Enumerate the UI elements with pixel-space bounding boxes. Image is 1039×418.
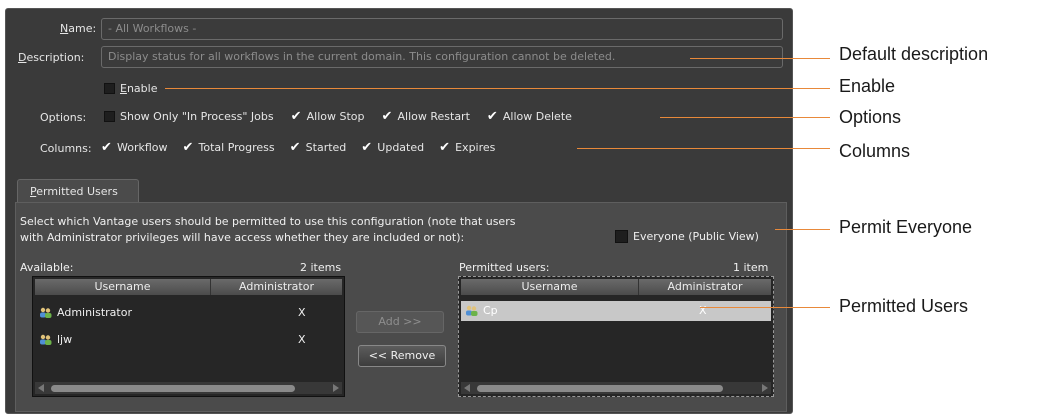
columns-group: ✔ Workflow ✔ Total Progress ✔ Started ✔ …	[101, 141, 495, 154]
column-label: Updated	[377, 141, 425, 154]
check-icon[interactable]: ✔	[487, 110, 498, 123]
scroll-thumb[interactable]	[51, 385, 295, 392]
row-admin: X	[298, 333, 306, 346]
row-admin: X	[298, 306, 306, 319]
scroll-left-arrow-icon[interactable]	[464, 384, 470, 392]
description-label: Description:	[18, 51, 85, 64]
column-updated[interactable]: ✔ Updated	[361, 141, 424, 154]
column-header-administrator[interactable]: Administrator	[639, 279, 771, 295]
enable-label: Enable	[120, 82, 158, 95]
columns-label: Columns:	[40, 142, 92, 155]
column-label: Started	[305, 141, 347, 154]
check-icon[interactable]: ✔	[361, 141, 372, 154]
enable-label-accel: E	[120, 82, 127, 95]
scroll-left-arrow-icon[interactable]	[38, 384, 44, 392]
column-workflow[interactable]: ✔ Workflow	[101, 141, 168, 154]
check-icon[interactable]: ✔	[382, 110, 393, 123]
remove-button[interactable]: << Remove	[358, 345, 446, 367]
check-icon[interactable]: ✔	[290, 141, 301, 154]
available-label: Available:	[20, 261, 74, 274]
option-label: Allow Restart	[397, 110, 470, 123]
scroll-right-arrow-icon[interactable]	[762, 384, 768, 392]
permitted-users-list[interactable]: Username Administrator Cp X	[458, 276, 774, 397]
callout-line-permitted-users	[700, 307, 830, 308]
name-label-accel: N	[60, 22, 69, 35]
option-label: Allow Stop	[306, 110, 365, 123]
row-username: Cp	[483, 304, 498, 317]
column-label: Workflow	[117, 141, 168, 154]
user-group-icon	[466, 305, 478, 316]
scroll-thumb[interactable]	[477, 385, 723, 392]
row-admin: X	[699, 304, 707, 317]
column-started[interactable]: ✔ Started	[290, 141, 347, 154]
callout-enable: Enable	[839, 76, 896, 96]
options-group: Show Only "In Process" Jobs ✔ Allow Stop…	[104, 110, 572, 123]
tab-label: Permitted Users	[30, 185, 118, 198]
callout-line-options	[660, 117, 830, 118]
option-show-in-process[interactable]: Show Only "In Process" Jobs	[104, 110, 274, 123]
horizontal-scrollbar[interactable]	[35, 382, 342, 394]
name-label: Name:	[60, 22, 97, 35]
permitted-count: 1 item	[733, 261, 769, 274]
column-expires[interactable]: ✔ Expires	[439, 141, 495, 154]
callout-line-description	[690, 58, 830, 59]
column-header-administrator[interactable]: Administrator	[211, 279, 342, 295]
check-icon[interactable]: ✔	[439, 141, 450, 154]
available-count: 2 items	[300, 261, 342, 274]
row-username: Administrator	[57, 306, 132, 319]
option-allow-delete[interactable]: ✔ Allow Delete	[487, 110, 572, 123]
options-label: Options:	[40, 111, 87, 124]
column-label: Total Progress	[198, 141, 275, 154]
check-icon[interactable]: ✔	[291, 110, 302, 123]
description-field[interactable]: Display status for all workflows in the …	[101, 46, 783, 68]
callout-permitted-users: Permitted Users	[839, 296, 969, 316]
available-users-list[interactable]: Username Administrator Administrator X l…	[32, 276, 345, 397]
enable-checkbox-box[interactable]	[104, 83, 115, 94]
scroll-right-arrow-icon[interactable]	[333, 384, 339, 392]
instructions-text: Select which Vantage users should be per…	[20, 214, 515, 246]
add-button[interactable]: Add >>	[356, 311, 444, 333]
option-label: Show Only "In Process" Jobs	[120, 110, 274, 123]
callout-options: Options	[839, 107, 902, 127]
everyone-label: Everyone (Public View)	[633, 230, 759, 243]
option-label: Allow Delete	[502, 110, 572, 123]
permitted-row-selected[interactable]: Cp X	[461, 301, 771, 321]
user-group-icon	[40, 307, 52, 318]
name-field[interactable]: - All Workflows -	[101, 18, 783, 40]
tab-permitted-users[interactable]: Permitted Users	[17, 179, 139, 203]
permitted-label: Permitted users:	[459, 261, 550, 274]
callout-columns: Columns	[839, 141, 911, 161]
callout-line-everyone	[775, 229, 830, 230]
callout-line-columns	[577, 148, 830, 149]
column-label: Expires	[455, 141, 496, 154]
option-allow-stop[interactable]: ✔ Allow Stop	[291, 110, 365, 123]
column-header-username[interactable]: Username	[461, 279, 639, 295]
instructions-line-1: Select which Vantage users should be per…	[20, 215, 516, 228]
available-row[interactable]: ljw X	[35, 329, 342, 351]
available-row[interactable]: Administrator X	[35, 302, 342, 324]
everyone-checkbox[interactable]: Everyone (Public View)	[615, 230, 759, 243]
check-icon[interactable]: ✔	[101, 141, 112, 154]
enable-checkbox[interactable]: Enable	[104, 82, 157, 95]
permitted-list-header: Username Administrator	[461, 279, 771, 295]
tab-label-accel: P	[30, 185, 37, 198]
row-username: ljw	[57, 333, 73, 346]
callout-line-enable	[165, 88, 830, 89]
option-allow-restart[interactable]: ✔ Allow Restart	[382, 110, 470, 123]
instructions-line-2: with Administrator privileges will have …	[20, 231, 465, 244]
callout-permit-everyone: Permit Everyone	[839, 217, 973, 237]
column-total-progress[interactable]: ✔ Total Progress	[183, 141, 275, 154]
check-icon[interactable]: ✔	[183, 141, 194, 154]
callout-default-description: Default description	[839, 44, 989, 64]
column-header-username[interactable]: Username	[35, 279, 211, 295]
everyone-checkbox-box[interactable]	[615, 230, 628, 243]
available-list-header: Username Administrator	[35, 279, 342, 295]
user-group-icon	[40, 334, 52, 345]
description-label-accel: D	[18, 51, 27, 64]
checkbox[interactable]	[104, 111, 115, 122]
horizontal-scrollbar[interactable]	[461, 382, 771, 394]
